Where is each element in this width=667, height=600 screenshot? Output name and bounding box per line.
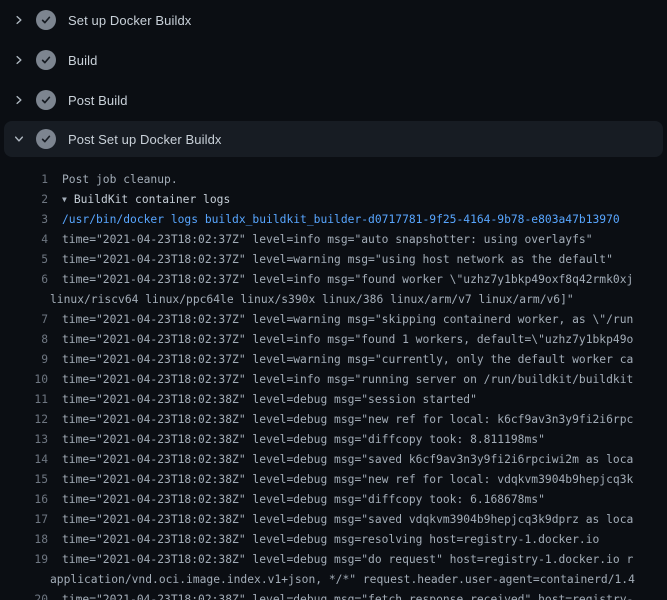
line-number[interactable]: 15 (0, 470, 48, 490)
step-label: Post Build (68, 93, 128, 108)
line-number[interactable]: 9 (0, 350, 48, 370)
line-number[interactable]: 12 (0, 410, 48, 430)
log-line: 5 time="2021-04-23T18:02:37Z" level=warn… (0, 250, 667, 270)
line-number[interactable]: 18 (0, 530, 48, 550)
line-number[interactable]: 6 (0, 270, 48, 290)
line-number[interactable]: 10 (0, 370, 48, 390)
log-text: time="2021-04-23T18:02:38Z" level=debug … (48, 530, 599, 550)
log-text: time="2021-04-23T18:02:38Z" level=debug … (48, 450, 633, 470)
log-line: 8 time="2021-04-23T18:02:37Z" level=info… (0, 330, 667, 350)
log-line: 7 time="2021-04-23T18:02:37Z" level=warn… (0, 310, 667, 330)
log-text: application/vnd.oci.image.index.v1+json,… (48, 570, 635, 590)
actions-log-viewer: Set up Docker Buildx Build Post Build (0, 0, 667, 600)
chevron-down-icon (12, 132, 26, 146)
log-text: time="2021-04-23T18:02:38Z" level=debug … (48, 410, 633, 430)
line-number[interactable]: 1 (0, 170, 48, 190)
step-list: Set up Docker Buildx Build Post Build (0, 0, 667, 157)
log-text: time="2021-04-23T18:02:38Z" level=debug … (48, 590, 633, 600)
line-number[interactable]: 8 (0, 330, 48, 350)
log-command-text: /usr/bin/docker logs buildx_buildkit_bui… (48, 210, 620, 230)
log-text: time="2021-04-23T18:02:37Z" level=info m… (48, 370, 633, 390)
log-line: 4 time="2021-04-23T18:02:37Z" level=info… (0, 230, 667, 250)
log-text: Post job cleanup. (48, 170, 178, 190)
step-row-post-build[interactable]: Post Build (0, 80, 667, 120)
chevron-right-icon (12, 93, 26, 107)
chevron-right-icon (12, 53, 26, 67)
line-number[interactable]: 13 (0, 430, 48, 450)
log-line: 13 time="2021-04-23T18:02:38Z" level=deb… (0, 430, 667, 450)
log-text: time="2021-04-23T18:02:37Z" level=info m… (48, 330, 633, 350)
line-number[interactable]: 3 (0, 210, 48, 230)
log-text: time="2021-04-23T18:02:38Z" level=debug … (48, 490, 545, 510)
line-number[interactable]: 14 (0, 450, 48, 470)
log-text: time="2021-04-23T18:02:37Z" level=info m… (48, 230, 593, 250)
line-number[interactable]: 11 (0, 390, 48, 410)
log-text: time="2021-04-23T18:02:38Z" level=debug … (48, 390, 477, 410)
log-line-group-toggle[interactable]: 2 ▼ BuildKit container logs (0, 190, 667, 210)
step-label: Set up Docker Buildx (68, 13, 191, 28)
log-line: 6 time="2021-04-23T18:02:37Z" level=info… (0, 270, 667, 290)
log-text: time="2021-04-23T18:02:37Z" level=warnin… (48, 350, 633, 370)
log-text: time="2021-04-23T18:02:38Z" level=debug … (48, 470, 633, 490)
log-text: time="2021-04-23T18:02:37Z" level=info m… (48, 270, 633, 290)
log-line: 10 time="2021-04-23T18:02:37Z" level=inf… (0, 370, 667, 390)
log-text: time="2021-04-23T18:02:38Z" level=debug … (48, 430, 545, 450)
check-circle-icon (36, 50, 56, 70)
line-number[interactable]: 5 (0, 250, 48, 270)
check-circle-icon (36, 90, 56, 110)
line-number[interactable]: 4 (0, 230, 48, 250)
line-number[interactable]: 19 (0, 550, 48, 570)
log-line: 17 time="2021-04-23T18:02:38Z" level=deb… (0, 510, 667, 530)
line-number[interactable]: 17 (0, 510, 48, 530)
log-group-header[interactable]: ▼ BuildKit container logs (48, 190, 230, 210)
line-number[interactable]: 16 (0, 490, 48, 510)
log-line: 20 time="2021-04-23T18:02:38Z" level=deb… (0, 590, 667, 600)
log-text: time="2021-04-23T18:02:38Z" level=debug … (48, 510, 633, 530)
log-text: time="2021-04-23T18:02:38Z" level=debug … (48, 550, 633, 570)
log-panel: 1 Post job cleanup. 2 ▼ BuildKit containe… (0, 160, 667, 600)
log-text: time="2021-04-23T18:02:37Z" level=warnin… (48, 310, 633, 330)
log-text: time="2021-04-23T18:02:37Z" level=warnin… (48, 250, 613, 270)
chevron-right-icon (12, 13, 26, 27)
log-line: 15 time="2021-04-23T18:02:38Z" level=deb… (0, 470, 667, 490)
collapse-triangle-icon[interactable]: ▼ (62, 190, 67, 210)
log-line: 18 time="2021-04-23T18:02:38Z" level=deb… (0, 530, 667, 550)
log-line-wrap: linux/riscv64 linux/ppc64le linux/s390x … (0, 290, 667, 310)
log-line: 1 Post job cleanup. (0, 170, 667, 190)
log-line-wrap: application/vnd.oci.image.index.v1+json,… (0, 570, 667, 590)
log-line-command: 3 /usr/bin/docker logs buildx_buildkit_b… (0, 210, 667, 230)
log-line: 11 time="2021-04-23T18:02:38Z" level=deb… (0, 390, 667, 410)
line-number[interactable]: 7 (0, 310, 48, 330)
log-line: 19 time="2021-04-23T18:02:38Z" level=deb… (0, 550, 667, 570)
line-number[interactable]: 20 (0, 590, 48, 600)
step-label: Post Set up Docker Buildx (68, 132, 222, 147)
step-row-set-up-docker-buildx[interactable]: Set up Docker Buildx (0, 0, 667, 40)
check-circle-icon (36, 10, 56, 30)
log-line: 9 time="2021-04-23T18:02:37Z" level=warn… (0, 350, 667, 370)
line-number (0, 570, 48, 590)
log-group-title: BuildKit container logs (74, 193, 230, 206)
step-row-post-set-up-docker-buildx[interactable]: Post Set up Docker Buildx (4, 121, 663, 157)
line-number[interactable]: 2 (0, 190, 48, 210)
log-line: 16 time="2021-04-23T18:02:38Z" level=deb… (0, 490, 667, 510)
log-text: linux/riscv64 linux/ppc64le linux/s390x … (48, 290, 574, 310)
check-circle-icon (36, 129, 56, 149)
step-label: Build (68, 53, 97, 68)
line-number (0, 290, 48, 310)
log-line: 12 time="2021-04-23T18:02:38Z" level=deb… (0, 410, 667, 430)
step-row-build[interactable]: Build (0, 40, 667, 80)
log-line: 14 time="2021-04-23T18:02:38Z" level=deb… (0, 450, 667, 470)
